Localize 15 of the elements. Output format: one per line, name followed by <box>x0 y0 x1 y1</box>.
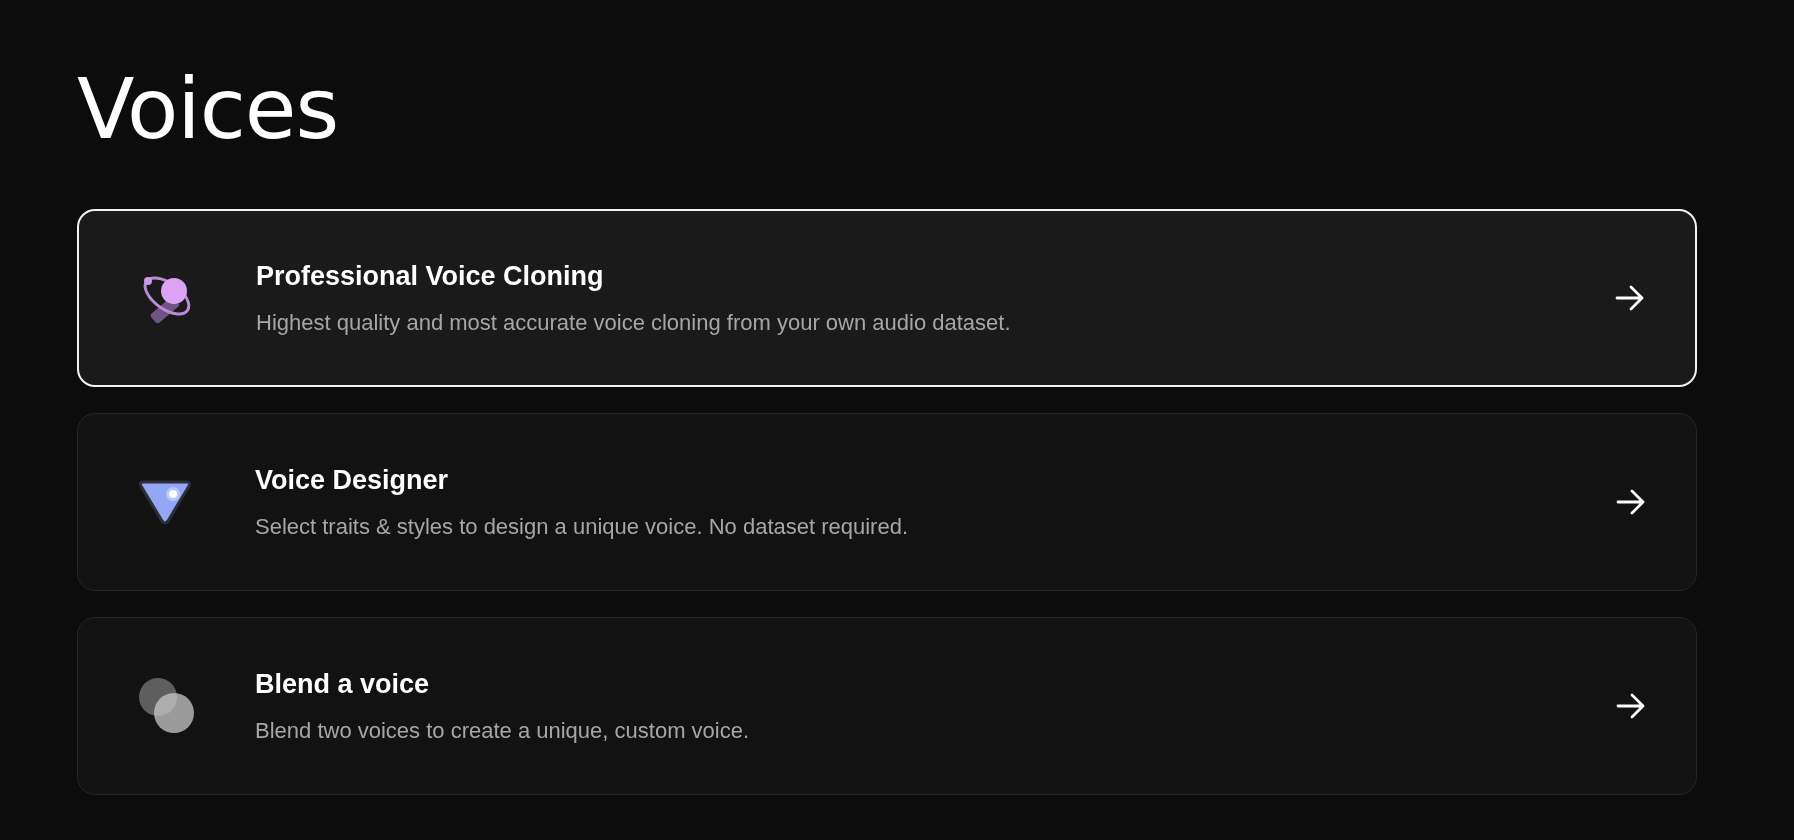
option-description: Select traits & styles to design a unique voice. No dataset required. <box>255 513 909 540</box>
option-title: Professional Voice Cloning <box>256 260 604 292</box>
option-description: Highest quality and most accurate voice cloning from your own audio dataset. <box>256 309 1011 336</box>
overlapping-circles-icon <box>138 677 196 735</box>
option-card[interactable]: Voice Designer Select traits & styles to design a unique voice. No dataset required. <box>77 413 1697 591</box>
page-title: Voices <box>77 62 340 157</box>
triangle-icon <box>138 478 192 526</box>
option-description: Blend two voices to create a unique, custom voice. <box>255 717 750 744</box>
arrow-right-icon <box>1616 489 1646 515</box>
option-card[interactable]: Professional Voice Cloning Highest quality and most accurate voice cloning from your own audio dataset. <box>77 209 1697 387</box>
option-card[interactable]: Blend a voice Blend two voices to create a unique, custom voice. <box>77 617 1697 795</box>
arrow-right-icon <box>1615 285 1645 311</box>
option-title: Voice Designer <box>255 464 449 496</box>
option-title: Blend a voice <box>255 668 430 700</box>
arrow-right-icon <box>1616 693 1646 719</box>
